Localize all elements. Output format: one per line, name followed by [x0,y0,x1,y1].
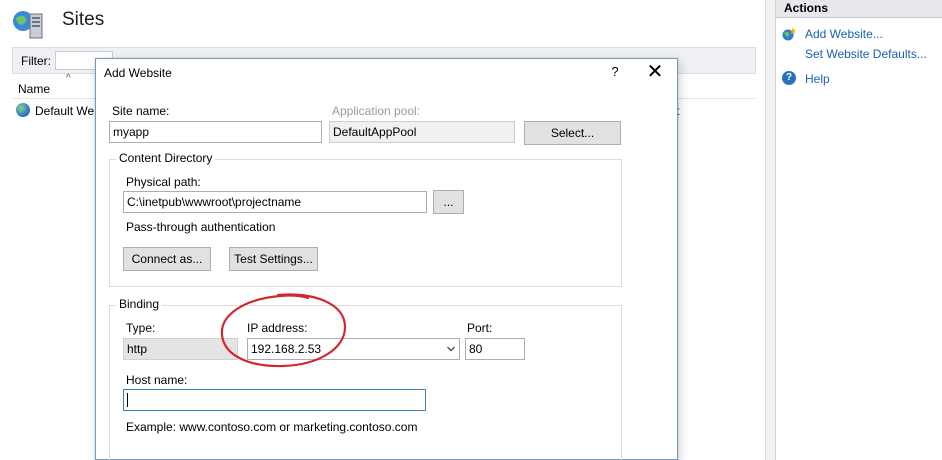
chevron-down-icon [447,346,455,352]
dialog-title: Add Website [104,66,172,80]
site-name-cell: Default We [35,104,95,118]
connect-as-button[interactable]: Connect as... [123,247,211,271]
pass-through-auth-label: Pass-through authentication [126,220,276,234]
test-settings-button[interactable]: Test Settings... [229,247,318,271]
app-pool-field[interactable]: DefaultAppPool [329,121,515,143]
add-website-icon [782,27,796,41]
host-name-field[interactable] [123,389,426,411]
actions-header: Actions [776,0,942,18]
site-name-field[interactable]: myapp [109,121,322,143]
globe-icon [16,103,30,117]
actions-pane: Actions Add Website... Set Website Defau… [775,0,942,460]
port-label: Port: [467,321,493,335]
type-label: Type: [126,321,156,335]
select-app-pool-button[interactable]: Select... [524,121,621,145]
add-website-link[interactable]: Add Website... [805,27,883,41]
site-name-label: Site name: [112,104,170,118]
column-header-name[interactable]: Name [18,82,50,96]
sites-server-icon [13,11,43,39]
physical-path-label: Physical path: [126,175,201,189]
ip-address-label: IP address: [247,321,308,335]
pane-splitter[interactable] [765,0,775,460]
host-name-label: Host name: [126,373,188,387]
help-button[interactable]: ? [607,64,623,79]
host-name-example: Example: www.contoso.com or marketing.co… [126,420,418,434]
close-button[interactable]: ✕ [644,61,666,83]
binding-type-select[interactable]: http [123,338,238,360]
sites-header: Sites [0,0,765,44]
help-link[interactable]: Help [805,72,830,86]
content-directory-legend: Content Directory [116,151,216,165]
set-website-defaults-link[interactable]: Set Website Defaults... [805,47,927,61]
text-caret [127,392,128,407]
table-row[interactable]: Default We [16,102,96,120]
ip-address-value: 192.168.2.53 [251,342,322,356]
binding-legend: Binding [116,297,163,311]
help-icon: ? [782,71,796,85]
actions-title: Actions [784,1,829,15]
page-title: Sites [62,9,105,30]
ip-address-select[interactable]: 192.168.2.53 [247,338,460,360]
app-pool-label: Application pool: [332,104,421,118]
sort-ascending-icon: ^ [66,73,71,84]
port-field[interactable]: 80 [465,338,525,360]
browse-button[interactable]: ... [433,190,464,214]
add-website-dialog: Add Website ? ✕ Site name: myapp Applica… [95,58,678,460]
binding-type-value: http [127,342,148,356]
physical-path-field[interactable]: C:\inetpub\wwwroot\projectname [123,191,427,213]
filter-label: Filter: [21,54,51,68]
